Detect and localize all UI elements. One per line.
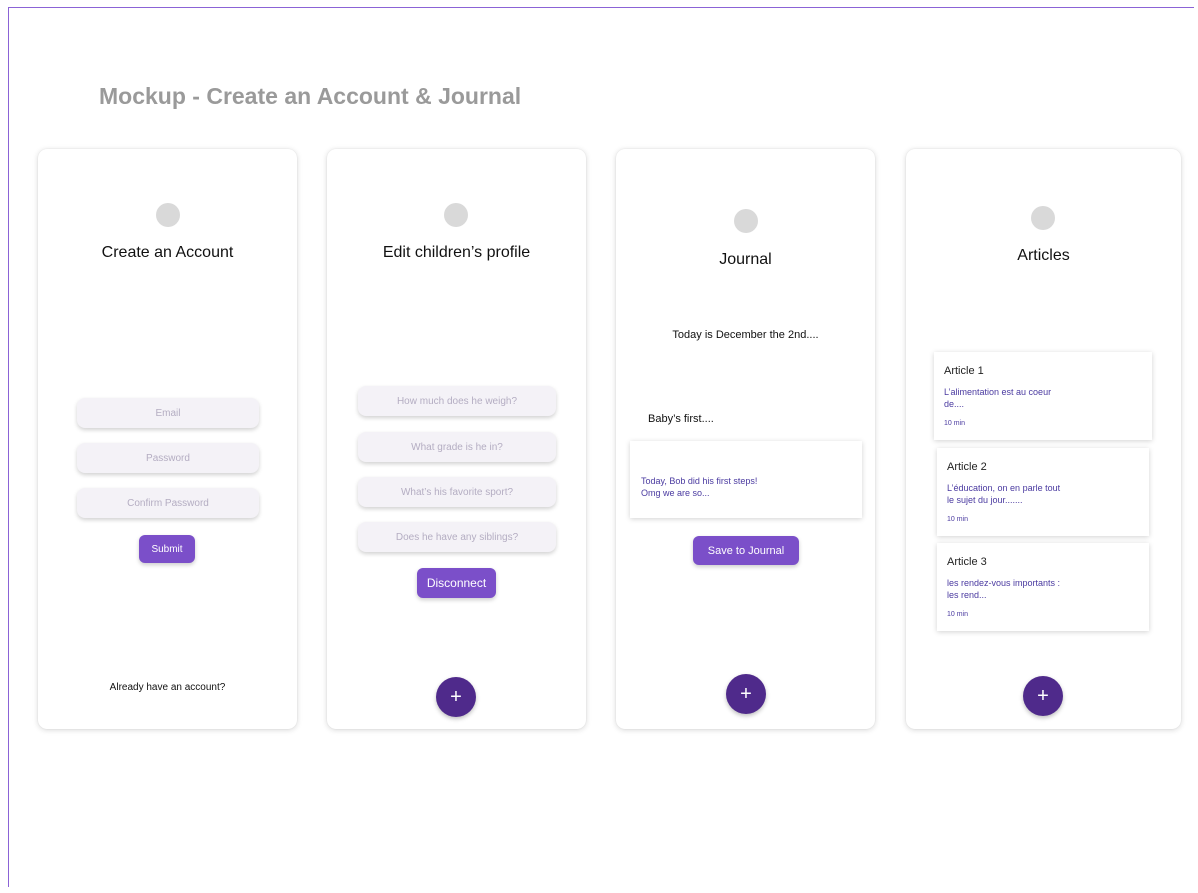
article-description: L’alimentation est au coeur de....	[944, 387, 1052, 409]
article-card[interactable]: Article 2 L’éducation, on en parle tout …	[937, 448, 1149, 536]
journal-title: Journal	[719, 251, 772, 268]
create-account-title: Create an Account	[101, 244, 234, 261]
edit-profile-title: Edit children’s profile	[382, 244, 531, 261]
weight-question-field[interactable]: How much does he weigh?	[358, 386, 556, 416]
article-read-time: 10 min	[947, 611, 969, 618]
avatar-icon	[156, 203, 180, 227]
article-card[interactable]: Article 3 les rendez-vous importants : l…	[937, 543, 1149, 631]
siblings-question-field[interactable]: Does he have any siblings?	[358, 522, 556, 552]
entry-title-field[interactable]: Baby’s first....	[648, 413, 714, 425]
article-read-time: 10 min	[947, 516, 969, 523]
create-account-screen: Create an Account Email Password Confirm…	[38, 149, 297, 729]
avatar-icon	[1031, 206, 1055, 230]
add-button[interactable]: +	[1023, 676, 1063, 716]
article-read-time: 10 min	[944, 420, 966, 427]
entry-body-field[interactable]: Today, Bob did his first steps! Omg we a…	[630, 441, 862, 518]
sport-question-field[interactable]: What’s his favorite sport?	[358, 477, 556, 507]
article-description: L’éducation, on en parle tout le sujet d…	[947, 483, 1061, 505]
date-text: Today is December the 2nd....	[672, 329, 819, 341]
avatar-icon	[734, 209, 758, 233]
page-title: Mockup - Create an Account & Journal	[99, 83, 522, 109]
avatar-icon	[444, 203, 468, 227]
journal-screen: Journal Today is December the 2nd.... Ba…	[616, 149, 875, 729]
article-card[interactable]: Article 1 L’alimentation est au coeur de…	[934, 352, 1152, 440]
article-title: Article 3	[947, 556, 987, 568]
confirm-password-field[interactable]: Confirm Password	[77, 488, 259, 518]
article-description: les rendez-vous importants : les rend...	[947, 578, 1061, 600]
submit-button[interactable]: Submit	[139, 535, 195, 563]
add-button[interactable]: +	[436, 677, 476, 717]
articles-title: Articles	[1017, 247, 1070, 264]
grade-question-field[interactable]: What grade is he in?	[358, 432, 556, 462]
article-title: Article 1	[944, 365, 984, 377]
save-to-journal-button[interactable]: Save to Journal	[693, 536, 799, 565]
already-have-account-link[interactable]: Already have an account?	[38, 682, 297, 693]
edit-profile-screen: Edit children’s profile How much does he…	[327, 149, 586, 729]
email-field[interactable]: Email	[77, 398, 259, 428]
article-title: Article 2	[947, 461, 987, 473]
disconnect-button[interactable]: Disconnect	[417, 568, 496, 598]
password-field[interactable]: Password	[77, 443, 259, 473]
add-button[interactable]: +	[726, 674, 766, 714]
articles-screen: Articles Article 1 L’alimentation est au…	[906, 149, 1181, 729]
entry-body-text: Today, Bob did his first steps! Omg we a…	[641, 476, 758, 498]
